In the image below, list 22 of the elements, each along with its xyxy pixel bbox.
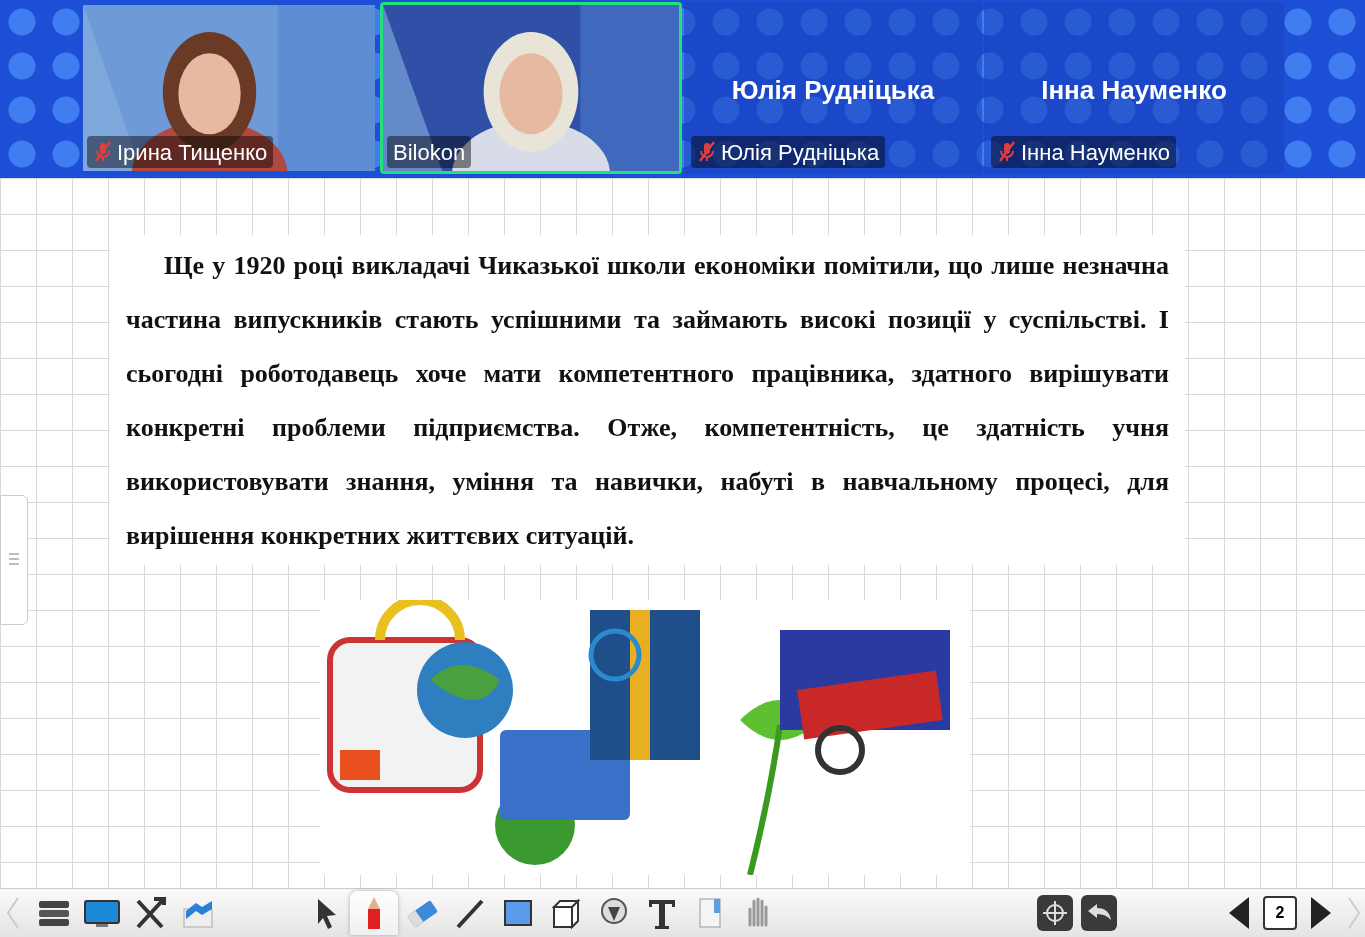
slide-paragraph: Ще у 1920 році викладачі Чиказької школи економіки помітили, що лише незначна частина випускників стають успішними та займають високі позиції у суспільстві. І сьогодні роботодавець хоче мати компетентного працівника, здатного вирішувати конкретні проблеми підприємства. Отже, компетентність, це здатність учня використовувати знання, уміння та навички, набуті в навчальному процесі, для вирішення конкретних життєвих ситуацій. — [126, 250, 1169, 552]
participant-name: Інна Науменко — [1040, 74, 1228, 107]
muted-mic-icon — [997, 140, 1017, 164]
participant-tile[interactable]: Bilokon — [380, 2, 682, 174]
side-handle[interactable] — [0, 495, 28, 625]
participant-name: Ірина Тищенко — [117, 138, 268, 167]
participant-name: Юлія Рудніцька — [721, 138, 880, 167]
participant-tile[interactable]: Юлія Рудніцька Юлія Рудніцька — [684, 2, 982, 174]
locate-button[interactable] — [1037, 895, 1073, 931]
participant-name: Bilokon — [393, 138, 466, 167]
crosshair-icon — [1042, 900, 1068, 926]
participant-tile[interactable]: Ірина Тищенко — [80, 2, 378, 174]
muted-mic-icon — [93, 140, 113, 164]
page-counter[interactable]: 2 — [1263, 896, 1297, 930]
participant-tile[interactable]: Інна Науменко Інна Науменко — [984, 2, 1284, 174]
undo-button[interactable] — [1081, 895, 1117, 931]
previous-page-icon[interactable] — [1227, 897, 1251, 929]
undo-icon — [1086, 903, 1112, 923]
muted-mic-icon — [697, 140, 717, 164]
participant-name: Юлія Рудніцька — [730, 74, 936, 107]
participant-name: Інна Науменко — [1021, 138, 1170, 167]
next-page-icon[interactable] — [1309, 897, 1333, 929]
